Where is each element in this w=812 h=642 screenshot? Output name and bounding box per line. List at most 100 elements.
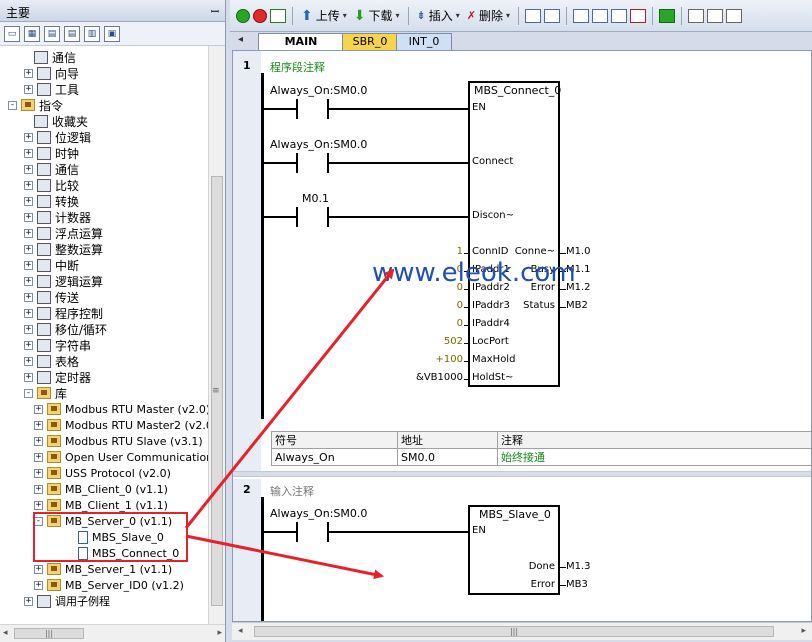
tab-scroll-left-icon[interactable]: ◂ [238, 34, 243, 45]
collapse-icon[interactable]: - [8, 100, 17, 110]
network-2-contact-left[interactable] [296, 522, 298, 542]
contact-1-left[interactable] [296, 99, 298, 119]
expand-icon[interactable]: + [24, 356, 33, 366]
tree-item[interactable]: + 转换 [24, 193, 79, 209]
contact-2-left[interactable] [296, 153, 298, 173]
network-1-comment[interactable]: 程序段注释 [270, 59, 325, 75]
vertical-scrollbar[interactable]: ≡ [208, 46, 225, 624]
expand-icon[interactable]: + [24, 148, 33, 158]
expand-icon[interactable]: + [24, 308, 33, 318]
error-address[interactable]: MB3 [566, 579, 588, 590]
tree-item[interactable]: + 计数器 [24, 209, 91, 225]
cell-address[interactable]: SM0.0 [397, 448, 498, 466]
dropdown-icon[interactable]: ▾ [396, 11, 400, 20]
param-value[interactable]: 0 [393, 300, 463, 311]
param-value[interactable]: 0 [393, 318, 463, 329]
tree-item[interactable]: + MB_Client_1 (v1.1) [34, 497, 168, 513]
contact-3-left[interactable] [296, 207, 298, 227]
tree-item[interactable]: + 程序控制 [24, 305, 103, 321]
ladder-editor[interactable]: 1 程序段注释 Always_On:SM0.0 Always_On:SM0.0 … [232, 50, 812, 622]
scroll-right-icon[interactable]: ▸ [801, 626, 806, 636]
expand-icon[interactable]: + [34, 580, 43, 590]
expand-icon[interactable]: + [24, 84, 33, 94]
expand-icon[interactable]: + [34, 420, 43, 430]
expand-icon[interactable]: + [34, 404, 43, 414]
contact-icon[interactable] [573, 8, 590, 23]
coil-icon[interactable] [592, 8, 609, 23]
expand-icon[interactable]: + [24, 340, 33, 350]
tree-item[interactable]: + MB_Server_ID0 (v1.2) [34, 577, 184, 593]
param-value[interactable]: +100 [393, 354, 463, 365]
expand-icon[interactable]: + [24, 132, 33, 142]
expand-icon[interactable]: + [24, 324, 33, 334]
dropdown-icon[interactable]: ▾ [343, 11, 347, 20]
tree-item[interactable]: + 工具 [24, 81, 79, 97]
unlock-icon[interactable] [707, 8, 724, 23]
lock-icon[interactable] [688, 8, 705, 23]
expand-icon[interactable]: + [34, 468, 43, 478]
expand-icon[interactable]: + [24, 68, 33, 78]
tree-item[interactable]: + 时钟 [24, 145, 79, 161]
scroll-left-icon[interactable]: ◂ [3, 628, 8, 638]
tree-item[interactable]: 通信 [34, 49, 76, 65]
dropdown-icon[interactable]: ▾ [456, 11, 460, 20]
tree-item[interactable]: + 位逻辑 [24, 129, 91, 145]
expand-icon[interactable]: + [34, 500, 43, 510]
tree-item[interactable]: + MB_Client_0 (v1.1) [34, 481, 168, 497]
tree-item[interactable]: + 中断 [24, 257, 79, 273]
tree-item[interactable]: + Modbus RTU Master (v2.0) [34, 401, 209, 417]
output-address[interactable]: M1.0 [566, 246, 591, 257]
download-button[interactable]: ⬇ 下载 ▾ [352, 7, 402, 24]
view-icon-1[interactable]: ▭ [4, 25, 20, 42]
insert-button[interactable]: ⇟ 插入 ▾ [415, 7, 462, 24]
tab-int-0[interactable]: INT_0 [396, 33, 452, 50]
expand-icon[interactable]: + [24, 212, 33, 222]
tree-item[interactable]: + MB_Server_1 (v1.1) [34, 561, 172, 577]
network-2-comment[interactable]: 输入注释 [270, 483, 314, 499]
delete-button[interactable]: ✗ 删除 ▾ [465, 7, 512, 24]
done-address[interactable]: M1.3 [566, 561, 591, 572]
expand-icon[interactable]: + [34, 436, 43, 446]
tree-item[interactable]: + 整数运算 [24, 241, 103, 257]
network-icon[interactable] [525, 8, 542, 23]
computer-icon[interactable]: ▣ [104, 25, 120, 42]
tree-item[interactable]: - 指令 [8, 97, 63, 113]
expand-icon[interactable]: + [24, 228, 33, 238]
view-icon-2[interactable]: ▦ [24, 25, 40, 42]
tree-item[interactable]: + 比较 [24, 177, 79, 193]
upload-button[interactable]: ⬆ 上传 ▾ [299, 7, 349, 24]
scroll-right-icon[interactable]: ▸ [217, 628, 222, 638]
tab-main[interactable]: MAIN [258, 33, 344, 50]
tree-item[interactable]: + 字符串 [24, 337, 91, 353]
expand-icon[interactable]: + [24, 292, 33, 302]
tree-item[interactable]: + Modbus RTU Slave (v3.1) [34, 433, 203, 449]
dropdown-icon[interactable]: ▾ [506, 11, 510, 20]
tree-item[interactable]: + 传送 [24, 289, 79, 305]
scroll-thumb[interactable]: ||| [14, 628, 84, 639]
view-icon-4[interactable]: ▤ [64, 25, 80, 42]
stop-icon[interactable] [253, 8, 267, 23]
tree-item[interactable]: + 表格 [24, 353, 79, 369]
cell-symbol[interactable]: Always_On [271, 448, 398, 466]
collapse-icon[interactable]: - [24, 388, 33, 398]
view-icon-5[interactable]: ▥ [84, 25, 100, 42]
expand-icon[interactable]: + [24, 196, 33, 206]
compile-icon[interactable] [270, 8, 286, 23]
expand-icon[interactable]: + [24, 596, 33, 606]
expand-icon[interactable]: + [34, 452, 43, 462]
view-icon-3[interactable]: ▤ [44, 25, 60, 42]
expand-icon[interactable]: + [34, 564, 43, 574]
expand-icon[interactable]: + [24, 276, 33, 286]
output-address[interactable]: MB2 [566, 300, 588, 311]
tree-item[interactable]: MBS_Connect_0 [78, 545, 179, 561]
clear-icon[interactable] [630, 8, 647, 23]
network-edit-icon[interactable] [544, 8, 561, 23]
horizontal-scrollbar[interactable]: ◂ ||| ▸ [0, 624, 225, 642]
tree-item[interactable]: - MB_Server_0 (v1.1) [34, 513, 172, 529]
tree-item[interactable]: + 移位/循环 [24, 321, 107, 337]
tree-item[interactable]: + Modbus RTU Master2 (v2.0 [34, 417, 209, 433]
param-value[interactable]: &VB1000 [393, 372, 463, 383]
tree-item[interactable]: + 逻辑运算 [24, 273, 103, 289]
tree-item[interactable]: + 定时器 [24, 369, 91, 385]
tree-item[interactable]: + 调用子例程 [24, 593, 110, 609]
